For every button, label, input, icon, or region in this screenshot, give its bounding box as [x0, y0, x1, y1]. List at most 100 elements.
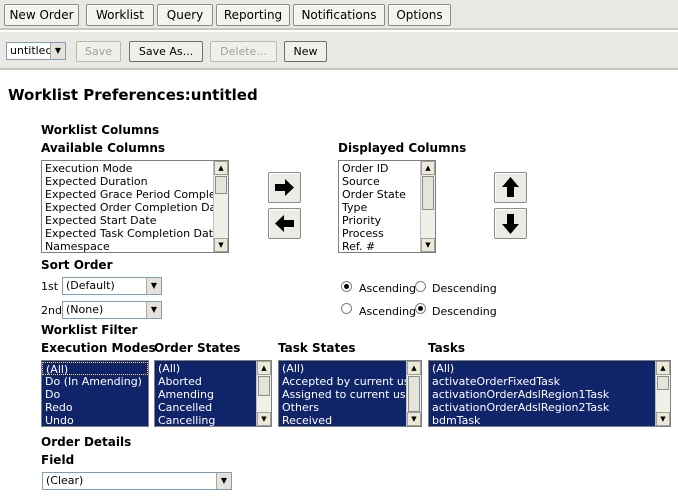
- sort-second-ascending-label: Ascending: [359, 305, 417, 318]
- task-states-scrollbar[interactable]: ▲ ▼: [406, 361, 421, 426]
- order-states-label: Order States: [154, 341, 241, 355]
- sort-first-ascending-label: Ascending: [359, 282, 417, 295]
- sort-first-descending-radio[interactable]: [415, 281, 426, 292]
- list-item[interactable]: (All): [42, 362, 148, 376]
- list-item[interactable]: Received: [279, 414, 421, 426]
- preferences-toolbar: untitled ▼ Save Save As... Delete... New: [0, 32, 678, 70]
- scroll-up-icon[interactable]: ▲: [656, 361, 670, 375]
- arrow-up-icon: [502, 177, 519, 197]
- list-item[interactable]: Undo: [42, 414, 148, 426]
- scroll-up-icon[interactable]: ▲: [421, 161, 435, 175]
- list-item[interactable]: Expected Grace Period Completion: [42, 188, 228, 201]
- profile-select[interactable]: untitled ▼: [6, 42, 66, 60]
- list-item[interactable]: Namespace: [42, 240, 228, 252]
- profile-select-value: untitled: [10, 44, 53, 57]
- worklist-columns-heading: Worklist Columns: [41, 123, 160, 137]
- task-states-label: Task States: [278, 341, 356, 355]
- execution-modes-label: Execution Modes: [41, 341, 156, 355]
- scroll-thumb[interactable]: [258, 376, 270, 396]
- remove-column-button[interactable]: [268, 208, 301, 239]
- arrow-left-icon: [275, 215, 294, 232]
- arrow-right-icon: [275, 179, 294, 196]
- scroll-thumb[interactable]: [657, 376, 669, 390]
- task-states-list[interactable]: (All) Accepted by current user Assigned to…: [278, 360, 422, 427]
- available-columns-list[interactable]: Execution Mode Expected Duration Expected …: [41, 160, 229, 253]
- sort-second-ascending-radio[interactable]: [341, 303, 352, 314]
- order-states-scrollbar[interactable]: ▲ ▼: [256, 361, 271, 426]
- delete-button[interactable]: Delete...: [210, 41, 277, 62]
- sort-second-descending-radio[interactable]: [415, 303, 426, 314]
- scroll-thumb[interactable]: [422, 176, 434, 210]
- list-item[interactable]: Cancelled: [155, 401, 271, 414]
- tab-new-order[interactable]: New Order: [4, 4, 79, 26]
- tasks-list[interactable]: (All) activateOrderFixedTask activationOrd…: [428, 360, 671, 427]
- list-item[interactable]: Redo: [42, 401, 148, 414]
- sort-first-descending-label: Descending: [432, 282, 497, 295]
- list-item[interactable]: Expected Duration: [42, 175, 228, 188]
- sort-second-descending-label: Descending: [432, 305, 497, 318]
- list-item[interactable]: Accepted by current user: [279, 375, 421, 388]
- sort-first-value: (Default): [66, 279, 115, 292]
- scroll-up-icon[interactable]: ▲: [214, 161, 228, 175]
- new-button[interactable]: New: [284, 41, 327, 62]
- list-item[interactable]: Assigned to current user: [279, 388, 421, 401]
- chevron-down-icon: ▼: [50, 43, 65, 59]
- tab-reporting[interactable]: Reporting: [216, 4, 290, 26]
- list-item[interactable]: Others: [279, 401, 421, 414]
- tasks-scrollbar[interactable]: ▲ ▼: [655, 361, 670, 426]
- sort-second-select[interactable]: (None) ▼: [62, 301, 162, 319]
- save-button[interactable]: Save: [76, 41, 121, 62]
- move-down-button[interactable]: [494, 208, 527, 239]
- worklist-filter-heading: Worklist Filter: [41, 323, 138, 337]
- sort-first-label: 1st: [41, 280, 59, 293]
- list-item[interactable]: activationOrderAdslRegion2Task: [429, 401, 670, 414]
- order-details-heading: Order Details: [41, 435, 132, 449]
- list-item[interactable]: Do: [42, 388, 148, 401]
- sort-first-ascending-radio[interactable]: [341, 281, 352, 292]
- order-states-list[interactable]: (All) Aborted Amending Cancelled Cancelling …: [154, 360, 272, 427]
- scroll-down-icon[interactable]: ▼: [407, 412, 421, 426]
- available-columns-scrollbar[interactable]: ▲ ▼: [213, 161, 228, 252]
- list-item[interactable]: Expected Start Date: [42, 214, 228, 227]
- execution-modes-list[interactable]: (All) Do (In Amending) Do Redo Undo: [41, 360, 149, 427]
- displayed-columns-label: Displayed Columns: [338, 141, 467, 155]
- list-item[interactable]: Cancelling: [155, 414, 271, 426]
- top-nav-bar: New Order Worklist Query Reporting Notif…: [0, 0, 678, 30]
- list-item[interactable]: (All): [429, 362, 670, 375]
- tab-worklist[interactable]: Worklist: [86, 4, 154, 26]
- scroll-up-icon[interactable]: ▲: [407, 361, 421, 375]
- chevron-down-icon: ▼: [216, 473, 231, 489]
- list-item[interactable]: Aborted: [155, 375, 271, 388]
- scroll-thumb[interactable]: [215, 176, 227, 194]
- scroll-up-icon[interactable]: ▲: [257, 361, 271, 375]
- tab-notifications[interactable]: Notifications: [293, 4, 385, 26]
- tasks-label: Tasks: [428, 341, 466, 355]
- sort-first-select[interactable]: (Default) ▼: [62, 277, 162, 295]
- order-details-field-select[interactable]: (Clear) ▼: [42, 472, 232, 490]
- list-item[interactable]: Amending: [155, 388, 271, 401]
- add-column-button[interactable]: [268, 172, 301, 203]
- tab-options[interactable]: Options: [388, 4, 451, 26]
- scroll-down-icon[interactable]: ▼: [214, 238, 228, 252]
- list-item[interactable]: Do (In Amending): [42, 375, 148, 388]
- move-up-button[interactable]: [494, 172, 527, 203]
- scroll-down-icon[interactable]: ▼: [257, 412, 271, 426]
- save-as-button[interactable]: Save As...: [129, 41, 203, 62]
- displayed-columns-list[interactable]: Order ID Source Order State Type Priority Pro…: [338, 160, 436, 253]
- arrow-down-icon: [502, 214, 519, 234]
- list-item[interactable]: (All): [155, 362, 271, 375]
- list-item[interactable]: Expected Task Completion Date: [42, 227, 228, 240]
- list-item[interactable]: (All): [279, 362, 421, 375]
- list-item[interactable]: Execution Mode: [42, 162, 228, 175]
- list-item[interactable]: activateOrderFixedTask: [429, 375, 670, 388]
- scroll-thumb[interactable]: [408, 376, 420, 412]
- field-label: Field: [41, 453, 75, 467]
- chevron-down-icon: ▼: [146, 302, 161, 318]
- tab-query[interactable]: Query: [157, 4, 213, 26]
- displayed-columns-scrollbar[interactable]: ▲ ▼: [420, 161, 435, 252]
- list-item[interactable]: activationOrderAdslRegion1Task: [429, 388, 670, 401]
- list-item[interactable]: bdmTask: [429, 414, 670, 426]
- scroll-down-icon[interactable]: ▼: [421, 238, 435, 252]
- list-item[interactable]: Expected Order Completion Date: [42, 201, 228, 214]
- scroll-down-icon[interactable]: ▼: [656, 412, 670, 426]
